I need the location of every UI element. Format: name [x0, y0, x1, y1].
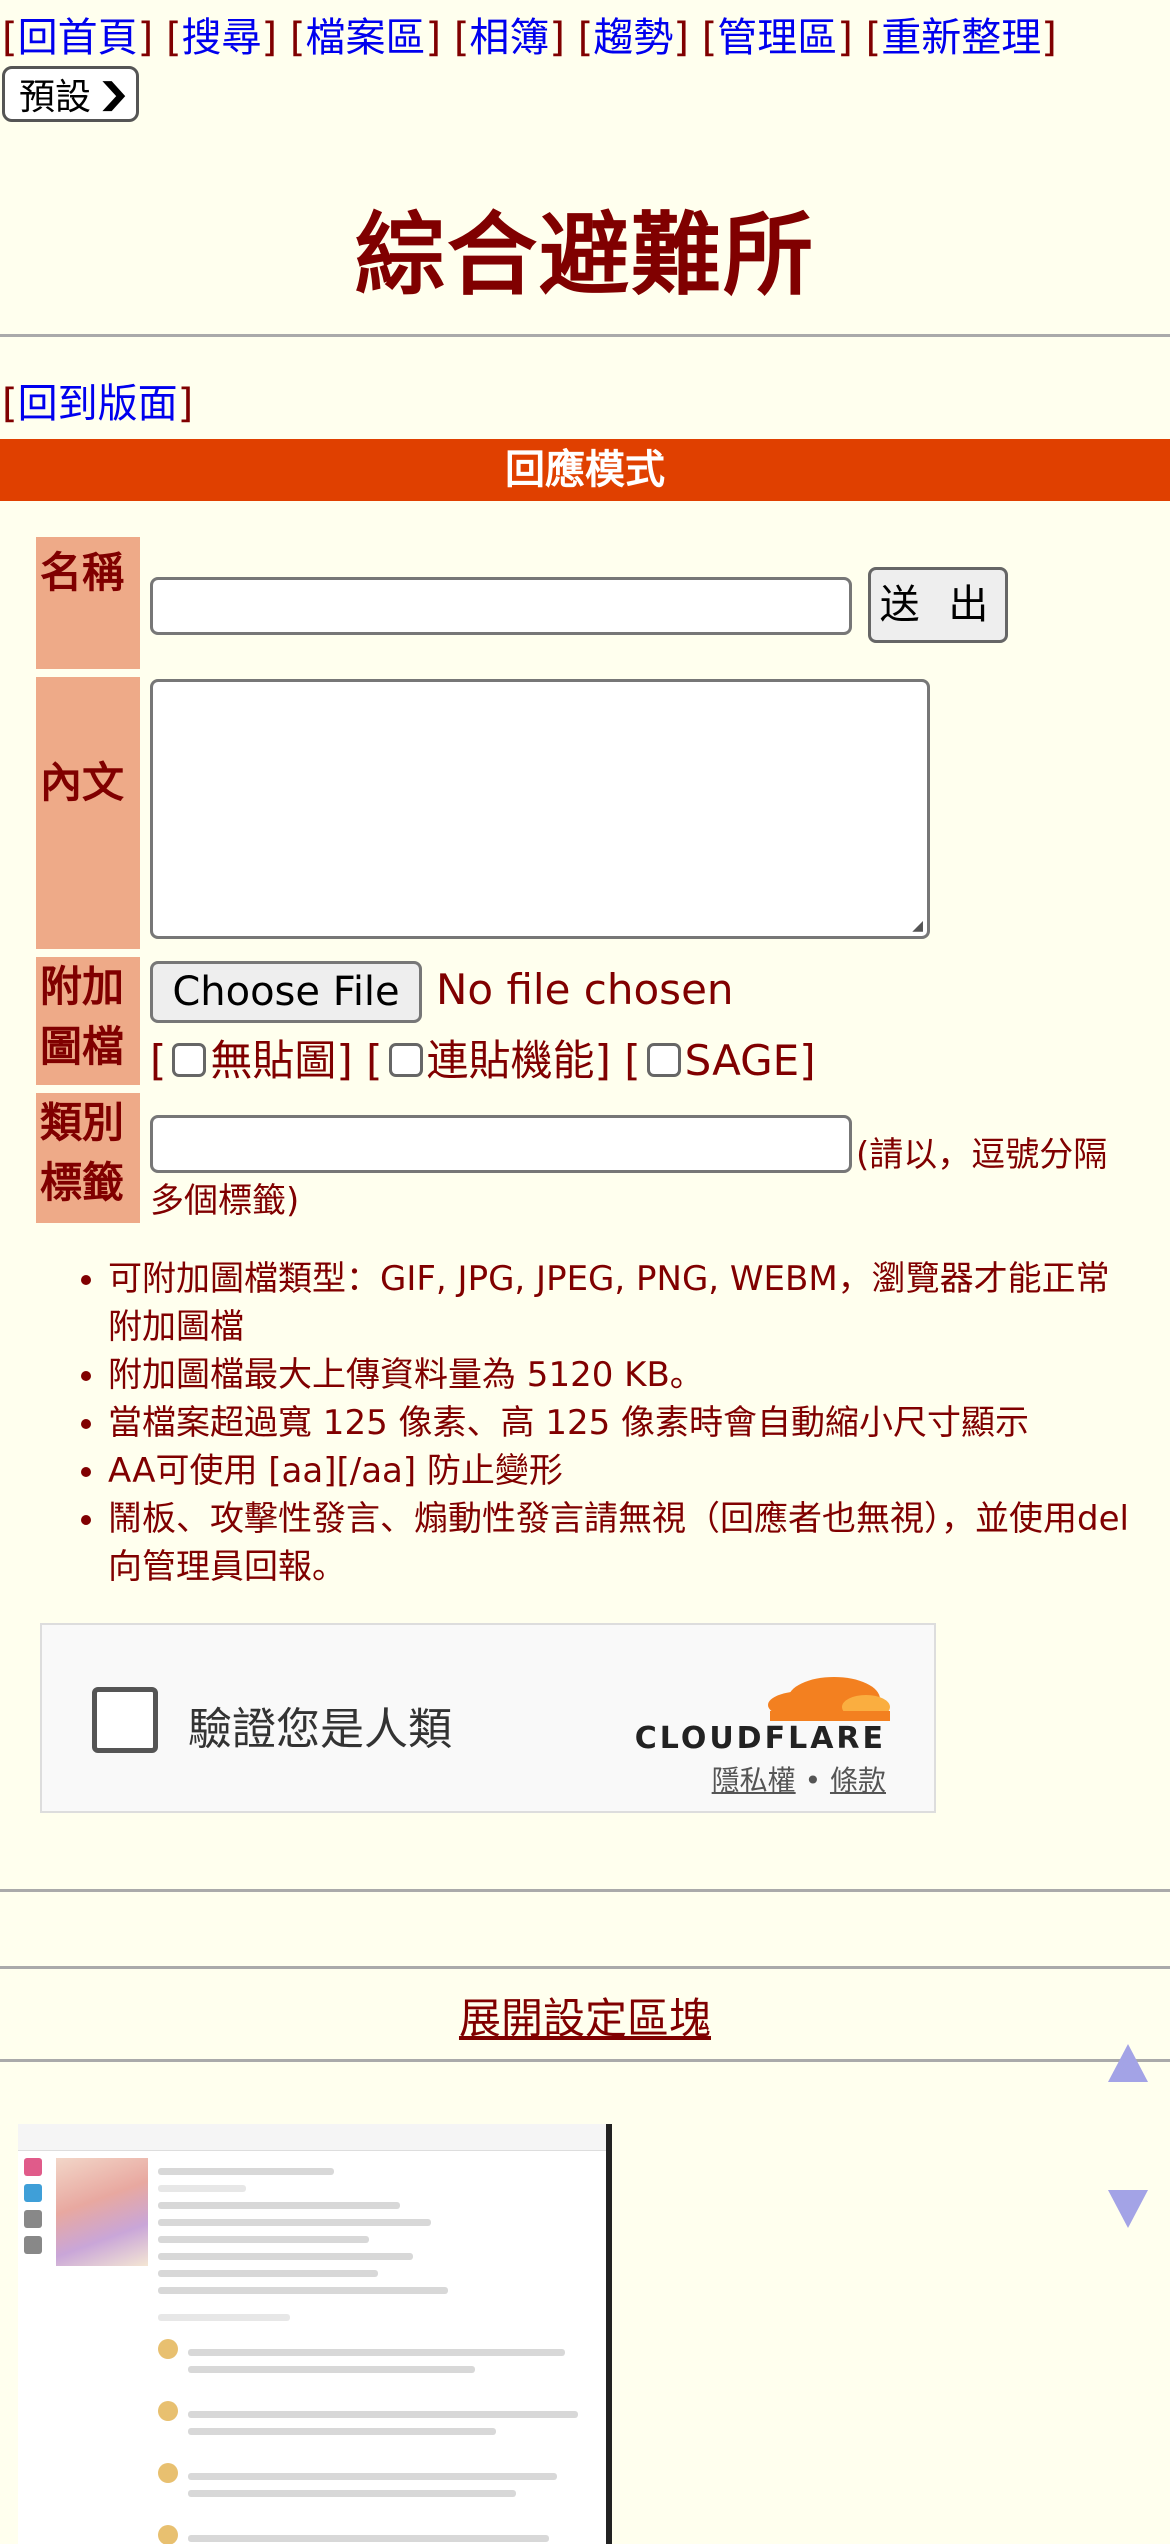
body-label: 內文: [36, 677, 140, 949]
expand-settings-link[interactable]: 展開設定區塊: [459, 1994, 711, 2043]
nav-search-link[interactable]: 搜尋: [182, 15, 262, 61]
back-to-board-link[interactable]: 回到版面: [18, 381, 178, 427]
continuous-post-checkbox[interactable]: [388, 1043, 423, 1077]
board-title: 綜合避難所: [355, 202, 815, 308]
rule-item: 附加圖檔最大上傳資料量為 5120 KB。: [108, 1351, 1134, 1399]
rule-item: 當檔案超過寬 125 像素、高 125 像素時會自動縮小尺寸顯示: [108, 1399, 1134, 1447]
terms-link[interactable]: 條款: [830, 1764, 886, 1797]
no-image-checkbox[interactable]: [172, 1043, 207, 1077]
no-file-text: No file chosen: [436, 965, 734, 1014]
file-label: 附加圖檔: [36, 957, 140, 1085]
nav-home-link[interactable]: 回首頁: [18, 15, 138, 61]
nav-trend-link[interactable]: 趨勢: [593, 15, 673, 61]
settings-toggle-wrap: 展開設定區塊: [0, 1991, 1170, 2047]
thumbnail-sidebar: [24, 2158, 46, 2278]
post-thumbnail-image[interactable]: [18, 2124, 612, 2544]
divider: [0, 334, 1170, 337]
body-textarea[interactable]: ◢: [150, 679, 930, 939]
category-input[interactable]: [150, 1115, 852, 1173]
nav-refresh-link[interactable]: 重新整理: [881, 15, 1041, 61]
top-nav: [回首頁] [搜尋] [檔案區] [相簿] [趨勢] [管理區] [重新整理]: [2, 15, 1057, 61]
chevron-down-icon: ❯: [95, 76, 132, 112]
divider: [0, 1966, 1170, 1969]
rule-item: 可附加圖檔類型：GIF, JPG, JPEG, PNG, WEBM，瀏覽器才能正…: [108, 1255, 1134, 1351]
name-input[interactable]: [150, 577, 852, 635]
sage-checkbox[interactable]: [646, 1043, 681, 1077]
submit-button[interactable]: 送 出: [868, 567, 1008, 643]
nav-archive-link[interactable]: 檔案區: [305, 15, 425, 61]
captcha-checkbox[interactable]: [92, 1687, 158, 1753]
divider: [0, 2059, 1170, 2062]
rules-list: 可附加圖檔類型：GIF, JPG, JPEG, PNG, WEBM，瀏覽器才能正…: [0, 1255, 1170, 1591]
category-hint: (請以，逗號分隔: [856, 1135, 1108, 1175]
continuous-post-label: 連貼機能: [426, 1036, 595, 1085]
no-image-label: 無貼圖: [210, 1036, 337, 1085]
choose-file-button[interactable]: Choose File: [150, 961, 422, 1023]
post-options: [無貼圖] [連貼機能] [SAGE]: [150, 1036, 816, 1085]
style-select[interactable]: 預設 ❯: [2, 66, 140, 122]
resize-handle-icon[interactable]: ◢: [912, 918, 923, 934]
back-link-wrap: [回到版面]: [2, 381, 194, 427]
thumbnail-post-body: [158, 2158, 598, 2544]
category-hint-continued: 多個標籤): [150, 1181, 300, 1221]
post-form: 名稱 送 出 內文 ◢ 附加圖檔 Choose File No file cho…: [0, 501, 1170, 1223]
category-label: 類別標籤: [36, 1093, 140, 1223]
style-select-wrap: 預設 ❯: [2, 66, 1170, 122]
cloudflare-cloud-icon: [768, 1677, 890, 1721]
style-select-value: 預設: [19, 77, 92, 118]
nav-album-link[interactable]: 相簿: [469, 15, 549, 61]
name-label: 名稱: [36, 537, 140, 669]
captcha-links: 隱私權 • 條款: [711, 1764, 886, 1797]
captcha-label: 驗證您是人類: [188, 1704, 452, 1755]
nav-admin-link[interactable]: 管理區: [717, 15, 837, 61]
captcha-widget: 驗證您是人類 CLOUDFLARE 隱私權 • 條款: [40, 1623, 936, 1813]
privacy-link[interactable]: 隱私權: [712, 1764, 796, 1797]
thumbnail-header: [18, 2124, 606, 2151]
scroll-up-icon[interactable]: [1108, 2044, 1148, 2082]
reply-mode-bar: 回應模式: [0, 439, 1170, 501]
rule-item: 鬧板、攻擊性發言、煽動性發言請無視（回應者也無視），並使用del向管理員回報。: [108, 1495, 1134, 1591]
cloudflare-logo: CLOUDFLARE: [634, 1721, 886, 1756]
rule-item: AA可使用 [aa][/aa] 防止變形: [108, 1447, 1134, 1495]
sage-label: SAGE: [684, 1036, 800, 1085]
scroll-down-icon[interactable]: [1108, 2190, 1148, 2228]
thumbnail-illustration: [56, 2158, 148, 2266]
